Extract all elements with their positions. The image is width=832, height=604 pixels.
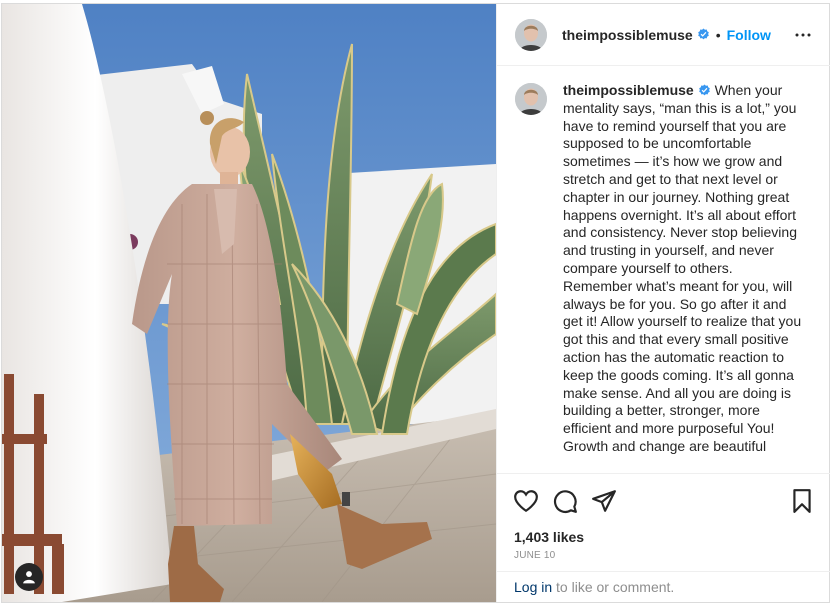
separator-dot: • [715, 26, 721, 43]
avatar-image [515, 83, 547, 115]
post-sidebar: theimpossiblemuse • Follow theimpossible… [496, 4, 830, 602]
caption-body: When your mentality says, “man this is a… [563, 82, 802, 454]
post-card: theimpossiblemuse • Follow theimpossible… [1, 3, 830, 603]
login-link[interactable]: Log in [514, 579, 552, 595]
login-prompt-text: to like or comment. [552, 579, 675, 595]
verified-badge-icon [698, 84, 710, 96]
header-username[interactable]: theimpossiblemuse [562, 27, 693, 43]
caption-section[interactable]: theimpossiblemuse When your mentality sa… [497, 67, 830, 472]
actions-section: 1,403 likes JUNE 10 Log in to like or co… [497, 473, 830, 602]
heart-icon[interactable] [513, 488, 539, 514]
caption-avatar[interactable] [515, 83, 547, 115]
post-header: theimpossiblemuse • Follow [497, 4, 830, 66]
avatar[interactable] [515, 18, 547, 51]
caption-text: theimpossiblemuse When your mentality sa… [563, 82, 803, 472]
user-tag-icon [23, 571, 35, 584]
avatar-image [515, 18, 547, 51]
verified-badge-icon [697, 28, 709, 40]
post-image [2, 4, 496, 602]
bookmark-icon[interactable] [789, 488, 815, 514]
follow-button[interactable]: Follow [727, 27, 771, 43]
comment-icon[interactable] [552, 488, 578, 514]
user-tag-button[interactable] [15, 563, 43, 591]
action-icons [513, 488, 815, 514]
likes-count[interactable]: 1,403 likes [514, 529, 584, 545]
post-photo[interactable] [2, 4, 496, 602]
share-icon[interactable] [591, 488, 617, 514]
more-horizontal-icon[interactable] [794, 26, 812, 44]
caption-username[interactable]: theimpossiblemuse [563, 82, 694, 98]
login-prompt: Log in to like or comment. [497, 571, 830, 603]
post-date[interactable]: JUNE 10 [514, 550, 555, 561]
